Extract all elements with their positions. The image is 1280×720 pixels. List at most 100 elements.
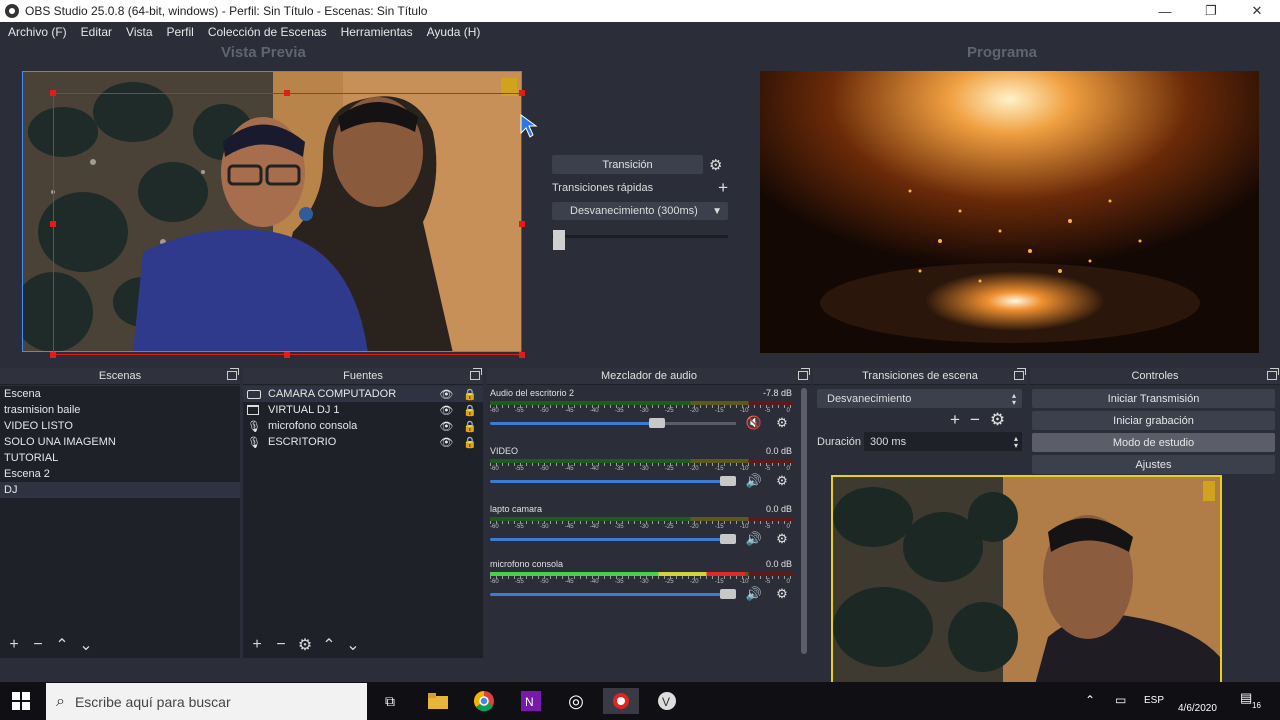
eye-icon[interactable]: 👁 <box>439 436 453 449</box>
resize-handle[interactable] <box>284 90 290 96</box>
chevron-up-icon[interactable]: ⌃ <box>1085 693 1095 707</box>
add-transition-button[interactable]: + <box>950 410 960 430</box>
volume-slider-knob[interactable] <box>720 533 736 544</box>
quick-transition-select[interactable]: Desvanecimiento (300ms) ▼ <box>552 202 728 220</box>
network-icon[interactable]: ▭ <box>1115 693 1126 707</box>
source-item[interactable]: VIRTUAL DJ 1 👁 🔒 <box>243 402 483 418</box>
scene-item[interactable]: Escena <box>0 386 240 402</box>
scrollbar-thumb[interactable] <box>801 388 807 654</box>
settings-button[interactable]: Ajustes <box>1032 455 1275 474</box>
eye-icon[interactable]: 👁 <box>439 420 453 433</box>
menu-herramientas[interactable]: Herramientas <box>334 25 420 39</box>
onenote-icon[interactable]: N <box>518 688 544 714</box>
volume-slider-knob[interactable] <box>649 417 665 428</box>
resize-handle[interactable] <box>519 90 525 96</box>
remove-scene-button[interactable]: − <box>26 634 50 656</box>
lock-icon[interactable]: 🔒 <box>463 404 477 417</box>
chrome-icon[interactable] <box>471 688 497 714</box>
language-indicator[interactable]: ESP <box>1144 695 1164 706</box>
obs-taskbar-icon[interactable]: ◎ <box>563 688 589 714</box>
add-source-button[interactable]: + <box>245 634 269 656</box>
maximize-button[interactable]: ❐ <box>1188 0 1234 22</box>
remove-source-button[interactable]: − <box>269 634 293 656</box>
transition-button[interactable]: Transición <box>552 155 703 174</box>
windows-start-icon[interactable] <box>12 692 30 715</box>
move-down-button[interactable]: ⌄ <box>341 634 365 656</box>
transition-settings-gear-icon[interactable]: ⚙ <box>990 410 1005 430</box>
speaker-icon[interactable]: 🔊 <box>744 531 764 547</box>
resize-handle[interactable] <box>50 90 56 96</box>
volume-slider[interactable] <box>490 588 736 599</box>
duration-spinbox[interactable]: 300 ms ▴ ▾ <box>864 432 1022 451</box>
menu-ayuda[interactable]: Ayuda (H) <box>420 25 488 39</box>
task-view-icon[interactable]: ⧉ <box>377 688 403 714</box>
volume-slider-knob[interactable] <box>720 475 736 486</box>
plus-icon[interactable]: + <box>718 178 728 198</box>
source-item[interactable]: CAMARA COMPUTADOR 👁 🔒 <box>243 386 483 402</box>
volume-slider[interactable] <box>490 417 736 428</box>
move-up-button[interactable]: ⌃ <box>50 634 74 656</box>
move-up-button[interactable]: ⌃ <box>317 634 341 656</box>
scene-item-selected[interactable]: DJ <box>0 482 240 498</box>
taskbar-date[interactable]: 4/6/2020 <box>1178 703 1217 714</box>
start-streaming-button[interactable]: Iniciar Transmisión <box>1032 389 1275 408</box>
channel-gear-icon[interactable]: ⚙ <box>772 586 792 602</box>
channel-gear-icon[interactable]: ⚙ <box>772 531 792 547</box>
gear-icon[interactable]: ⚙ <box>709 156 722 174</box>
channel-gear-icon[interactable]: ⚙ <box>772 415 792 431</box>
move-down-button[interactable]: ⌄ <box>74 634 98 656</box>
active-app-icon[interactable] <box>603 688 639 714</box>
tbar-slider[interactable] <box>552 230 728 250</box>
tbar-handle[interactable] <box>553 230 565 250</box>
notifications-icon[interactable]: ▤ 16 <box>1240 690 1266 714</box>
start-recording-button[interactable]: Iniciar grabación <box>1032 411 1275 430</box>
scene-item[interactable]: SOLO UNA IMAGEMN <box>0 434 240 450</box>
preview-canvas[interactable] <box>22 71 522 352</box>
eye-icon[interactable]: 👁 <box>439 388 453 401</box>
updown-icon[interactable]: ▴ ▾ <box>1014 434 1018 449</box>
muted-speaker-icon[interactable]: 🔇 <box>744 415 764 431</box>
close-button[interactable]: ✕ <box>1234 0 1280 22</box>
scene-transition-select[interactable]: Desvanecimiento ▴ ▾ <box>817 389 1022 408</box>
lock-icon[interactable]: 🔒 <box>463 388 477 401</box>
scene-item[interactable]: Escena 2 <box>0 466 240 482</box>
lock-icon[interactable]: 🔒 <box>463 436 477 449</box>
float-icon[interactable] <box>227 368 239 380</box>
channel-gear-icon[interactable]: ⚙ <box>772 473 792 489</box>
menu-vista[interactable]: Vista <box>119 25 159 39</box>
lock-icon[interactable]: 🔒 <box>463 420 477 433</box>
studio-mode-button[interactable]: Modo de estudio <box>1032 433 1275 452</box>
volume-slider[interactable] <box>490 475 736 486</box>
resize-handle[interactable] <box>50 221 56 227</box>
scene-item[interactable]: trasmision baile <box>0 402 240 418</box>
speaker-icon[interactable]: 🔊 <box>744 473 764 489</box>
source-item[interactable]: 🎙 microfono consola 👁 🔒 <box>243 418 483 434</box>
resize-handle[interactable] <box>519 352 525 358</box>
resize-handle[interactable] <box>519 221 525 227</box>
float-icon[interactable] <box>470 368 482 380</box>
scene-item[interactable]: TUTORIAL <box>0 450 240 466</box>
float-icon[interactable] <box>798 368 810 380</box>
add-scene-button[interactable]: + <box>2 634 26 656</box>
eye-icon[interactable]: 👁 <box>439 404 453 417</box>
menu-editar[interactable]: Editar <box>74 25 119 39</box>
float-icon[interactable] <box>1267 368 1279 380</box>
vegas-icon[interactable]: V <box>654 688 680 714</box>
mixer-scrollbar[interactable] <box>800 386 808 656</box>
volume-slider-knob[interactable] <box>720 588 736 599</box>
remove-transition-button[interactable]: − <box>970 410 980 430</box>
resize-handle[interactable] <box>284 352 290 358</box>
source-item[interactable]: 🎙 ESCRITORIO 👁 🔒 <box>243 434 483 450</box>
menu-coleccion[interactable]: Colección de Escenas <box>201 25 334 39</box>
speaker-icon[interactable]: 🔊 <box>744 586 764 602</box>
menu-perfil[interactable]: Perfil <box>160 25 201 39</box>
minimize-button[interactable]: — <box>1142 0 1188 22</box>
scene-item[interactable]: VIDEO LISTO <box>0 418 240 434</box>
source-properties-gear-icon[interactable]: ⚙ <box>293 634 317 656</box>
menu-archivo[interactable]: Archivo (F) <box>0 25 74 39</box>
float-icon[interactable] <box>1014 368 1026 380</box>
resize-handle[interactable] <box>50 352 56 358</box>
file-explorer-icon[interactable] <box>425 688 451 714</box>
volume-slider[interactable] <box>490 533 736 544</box>
taskbar-search-box[interactable]: ⌕ Escribe aquí para buscar <box>46 683 367 720</box>
